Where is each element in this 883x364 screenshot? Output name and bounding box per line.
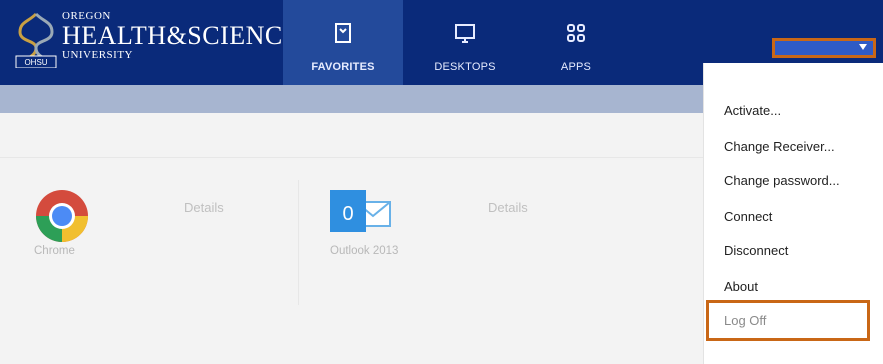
tab-desktops-label: DESKTOPS xyxy=(434,61,496,73)
log-off-highlight xyxy=(706,300,870,341)
favorites-bookmark-icon xyxy=(335,23,351,43)
content-divider xyxy=(0,157,703,158)
menu-item-activate[interactable]: Activate... xyxy=(724,103,781,118)
tab-favorites-label: FAVORITES xyxy=(311,61,375,73)
logo-badge-text: OHSU xyxy=(24,58,47,67)
logo-text: OREGON HEALTH&SCIENCE UNIVERSITY xyxy=(62,10,299,62)
menu-item-disconnect[interactable]: Disconnect xyxy=(724,243,788,258)
details-link-outlook-2013[interactable]: Details xyxy=(488,200,528,215)
user-menu-button[interactable] xyxy=(772,38,876,58)
chrome-icon[interactable] xyxy=(34,188,90,244)
logo-line-health-science: HEALTH&SCIENCE xyxy=(62,21,300,50)
apps-grid-icon xyxy=(567,24,585,42)
menu-item-change-password[interactable]: Change password... xyxy=(724,173,840,188)
tab-favorites[interactable]: FAVORITES xyxy=(283,0,403,85)
logo-line-university: UNIVERSITY xyxy=(62,49,133,61)
app-name-outlook-2013: Outlook 2013 xyxy=(330,245,399,257)
chevron-down-icon xyxy=(859,44,867,50)
app-column-separator xyxy=(298,180,299,305)
outlook-icon-glyph: 0 xyxy=(342,203,353,225)
menu-item-about[interactable]: About xyxy=(724,279,758,294)
desktop-monitor-icon xyxy=(455,24,475,43)
tab-apps-label: APPS xyxy=(560,61,592,73)
tab-desktops[interactable]: DESKTOPS xyxy=(415,0,515,85)
menu-item-connect[interactable]: Connect xyxy=(724,209,772,224)
app-tile-chrome[interactable]: Chrome Details xyxy=(34,180,284,290)
app-name-chrome: Chrome xyxy=(34,245,75,257)
details-link-chrome[interactable]: Details xyxy=(184,200,224,215)
app-tile-outlook-2013[interactable]: 0 Outlook 2013 Details xyxy=(330,180,580,290)
ohsu-logo[interactable]: OHSU OREGON HEALTH&SCIENCE UNIVERSITY xyxy=(14,8,299,78)
tab-apps[interactable]: APPS xyxy=(531,0,621,85)
outlook-icon[interactable]: 0 xyxy=(330,190,400,246)
menu-item-change-receiver[interactable]: Change Receiver... xyxy=(724,139,835,154)
ohsu-logo-mark-icon: OHSU xyxy=(15,12,57,68)
